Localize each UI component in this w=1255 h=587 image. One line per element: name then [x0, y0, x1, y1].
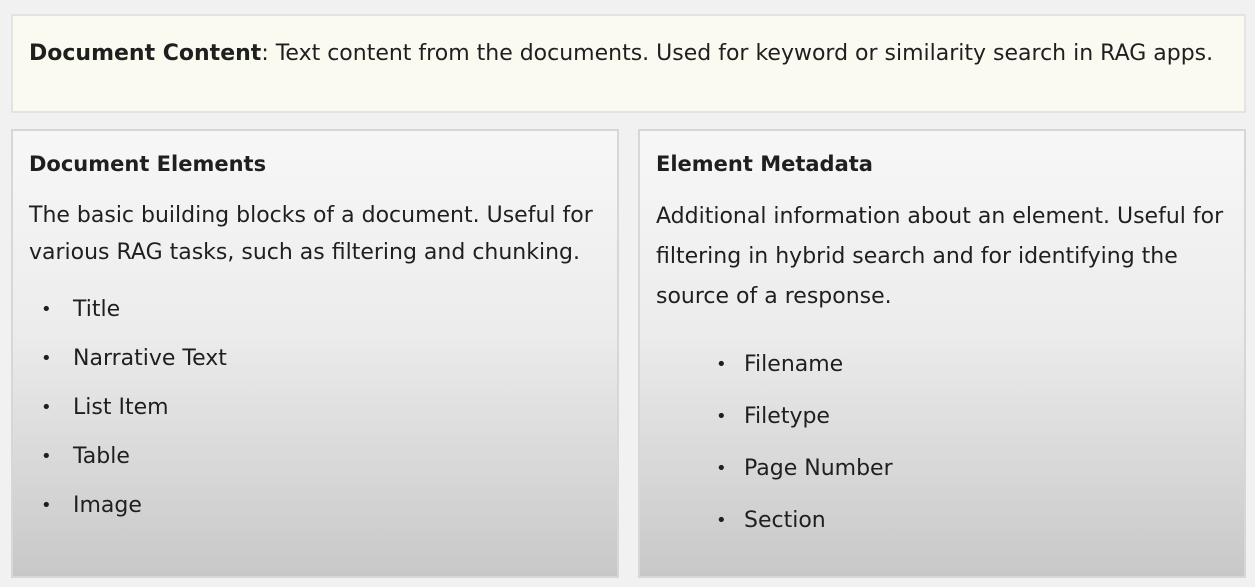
bullet-icon: •: [41, 446, 52, 467]
list-item: • Title: [29, 285, 601, 334]
document-content-label: Document Content: [29, 41, 262, 66]
list-item: • Image: [29, 481, 601, 530]
bullet-icon: •: [716, 458, 727, 479]
list-item-label: List Item: [73, 395, 169, 420]
bullet-icon: •: [716, 354, 727, 375]
document-elements-description: The basic building blocks of a document.…: [29, 203, 593, 265]
list-item-label: Filename: [744, 352, 844, 377]
list-item: • Filename: [656, 339, 1228, 391]
list-item: • Section: [656, 495, 1228, 547]
element-metadata-list: • Filename • Filetype • Page Number • Sectio…: [656, 339, 1228, 547]
list-item: • Narrative Text: [29, 334, 601, 383]
list-item: • Page Number: [656, 443, 1228, 495]
document-elements-list: • Title • Narrative Text • List Item • Table…: [29, 285, 601, 530]
element-metadata-description: Additional information about an element.…: [656, 204, 1224, 309]
document-elements-panel: Document Elements The basic building blo…: [11, 129, 619, 578]
bullet-icon: •: [41, 495, 52, 516]
list-item: • Table: [29, 432, 601, 481]
list-item-label: Section: [744, 508, 826, 533]
list-item-label: Table: [73, 444, 130, 469]
list-item: • List Item: [29, 383, 601, 432]
element-metadata-panel: Element Metadata Additional information …: [638, 129, 1246, 578]
list-item-label: Narrative Text: [73, 346, 227, 371]
bullet-icon: •: [716, 406, 727, 427]
bullet-icon: •: [41, 397, 52, 418]
element-metadata-title: Element Metadata: [656, 152, 873, 176]
document-content-text: : Text content from the documents. Used …: [261, 41, 1214, 66]
list-item-label: Page Number: [744, 456, 893, 481]
list-item-label: Image: [73, 493, 142, 518]
bullet-icon: •: [716, 510, 727, 531]
list-item-label: Title: [73, 297, 121, 322]
list-item-label: Filetype: [744, 404, 830, 429]
bullet-icon: •: [41, 299, 52, 320]
bullet-icon: •: [41, 348, 52, 369]
document-content-box: Document Content: Text content from the …: [11, 14, 1246, 113]
document-elements-title: Document Elements: [29, 152, 267, 176]
list-item: • Filetype: [656, 391, 1228, 443]
